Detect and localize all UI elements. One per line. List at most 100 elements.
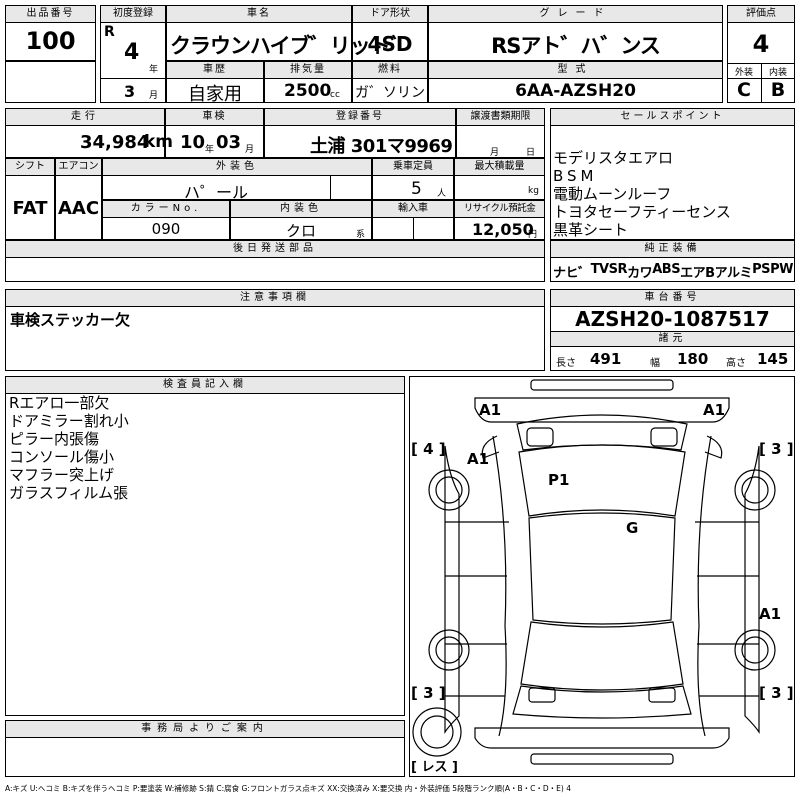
int-color-label: 内装色 <box>231 201 371 217</box>
transfer-label: 譲渡書類期限 <box>457 109 544 125</box>
mileage-value: 34,984 <box>80 132 150 153</box>
history-label: 車歴 <box>167 62 263 78</box>
equipment-label: 純正装備 <box>551 241 794 257</box>
model-label: 型式 <box>429 62 722 78</box>
caution-value: 車検ステッカー欠 <box>10 311 131 329</box>
first-reg-era: R <box>104 24 115 40</box>
plate-value: 土浦 301マ9969 <box>310 136 453 157</box>
displacement-unit: cc <box>330 90 340 100</box>
equipment-item: エアB <box>680 266 715 281</box>
sales-point: 黒革シート <box>553 221 629 239</box>
first-reg-year-unit: 年 <box>149 65 159 75</box>
score-int-value: B <box>770 79 786 101</box>
sales-point: BSM <box>553 167 598 185</box>
recycle-unit: 円 <box>528 230 538 240</box>
displacement-value: 2500 <box>284 81 332 101</box>
specs-length: 491 <box>590 350 622 368</box>
chassis-label: 車台番号 <box>551 290 794 306</box>
sales-point: 電動ムーンルーフ <box>553 185 672 203</box>
inspection-month-unit: 月 <box>245 145 255 155</box>
fuel-label: 燃料 <box>353 62 427 78</box>
office-label: 事務局よりご案内 <box>6 721 404 737</box>
equipment-item: カワ <box>627 266 653 281</box>
equipment-item: SR <box>608 262 628 277</box>
ext-color-label: 外装色 <box>103 159 371 175</box>
door-value: 4SD <box>367 32 413 56</box>
sales-point: モデリスタエアロ <box>553 149 674 167</box>
car-damage-diagram: A1 A1 A1 P1 G A1 [ 4 ] [ 3 ] [ 3 ] [ 3 ]… <box>411 379 794 775</box>
damage-mark: P1 <box>548 471 569 489</box>
ac-label: エアコン <box>56 159 101 175</box>
score-int-label: 内装 <box>768 68 787 78</box>
inspector-note: ドアミラー割れ小 <box>9 412 129 430</box>
inspection-label: 車検 <box>166 109 263 125</box>
specs-height: 145 <box>757 350 789 368</box>
inspection-year: 10 <box>180 132 206 153</box>
grade-label: グレード <box>429 6 722 22</box>
damage-mark: A1 <box>703 401 725 419</box>
specs-width-label: 幅 <box>650 358 660 369</box>
ac-value: AAC <box>57 198 100 219</box>
tire-depth-rear-right: [ 3 ] <box>759 684 794 702</box>
inspection-month: 03 <box>216 132 242 153</box>
sales-point: トヨタセーフティーセンス <box>553 203 731 221</box>
inspector-label: 検査員記入欄 <box>6 377 404 393</box>
score-value: 4 <box>752 30 770 58</box>
door-label: ドア形状 <box>353 6 427 22</box>
legend: A:キズ U:ヘコミ B:キズを伴うヘコミ P:要塗装 W:補修跡 S:錆 C:… <box>5 784 572 793</box>
later-parts-label: 後日発送部品 <box>6 241 544 257</box>
equipment-item: アルミ <box>714 266 753 281</box>
inspector-note: ガラスフィルム張 <box>9 484 129 502</box>
score-ext-value: C <box>737 79 751 101</box>
mileage-label: 走行 <box>6 109 164 125</box>
max-load-label: 最大積載量 <box>455 159 544 175</box>
grade-value: RSアト゛ハ゛ンス <box>491 34 661 58</box>
inspector-note: コンソール傷小 <box>9 448 115 466</box>
inspector-notes: Rエアロ一部欠 ドアミラー割れ小 ピラー内張傷 コンソール傷小 マフラー突上げ … <box>9 394 129 502</box>
specs-width: 180 <box>677 350 709 368</box>
model-value: 6AA-AZSH20 <box>515 81 636 101</box>
damage-mark: G <box>626 519 638 537</box>
shift-label: シフト <box>6 159 54 175</box>
color-no-label: カラーNo. <box>103 201 229 217</box>
car-name-label: 車名 <box>167 6 351 22</box>
capacity-unit: 人 <box>437 189 447 199</box>
lot-number: 100 <box>25 27 76 55</box>
max-load-unit: kg <box>528 186 539 196</box>
score-ext-label: 外装 <box>734 68 753 78</box>
import-label: 輸入車 <box>373 201 453 217</box>
equipment-item: PS <box>752 262 771 277</box>
plate-label: 登録番号 <box>265 109 455 125</box>
shift-value: FAT <box>12 198 48 219</box>
tire-depth-rear-left: [ 3 ] <box>411 684 446 702</box>
capacity-value: 5 <box>411 179 422 199</box>
first-reg-month-unit: 月 <box>149 91 159 101</box>
recycle-value: 12,050 <box>472 220 534 239</box>
damage-mark: A1 <box>467 450 489 468</box>
equipment-list: ナヒ゛ TV SR カワ ABS エアB アルミ PS PW <box>553 262 793 281</box>
int-color-unit: 系 <box>356 230 366 240</box>
damage-mark: A1 <box>479 401 501 419</box>
specs-height-label: 高さ <box>726 358 746 369</box>
inspector-note: Rエアロ一部欠 <box>9 394 110 412</box>
color-no-value: 090 <box>151 220 181 238</box>
sales-points-list: モデリスタエアロ BSM 電動ムーンルーフ トヨタセーフティーセンス 黒革シート <box>553 149 731 239</box>
equipment-item: ナヒ゛ <box>553 266 591 281</box>
inspector-note: ピラー内張傷 <box>9 430 100 448</box>
fuel-value: ガ゛ソリン <box>355 85 425 101</box>
first-reg-year: 4 <box>124 40 140 65</box>
specs-label: 諸元 <box>551 332 794 346</box>
inspector-note: マフラー突上げ <box>9 466 115 484</box>
first-reg-label: 初度登録 <box>101 6 165 22</box>
equipment-item: PW <box>770 262 793 277</box>
first-reg-month: 3 <box>124 82 136 101</box>
displacement-label: 排気量 <box>265 62 351 78</box>
lot-lower-box <box>5 61 96 103</box>
specs-length-label: 長さ <box>556 358 576 369</box>
score-label: 評価点 <box>728 6 794 22</box>
spare-tire-label: [ レス ] <box>411 760 458 775</box>
equipment-item: ABS <box>652 262 681 277</box>
sales-label: セールスポイント <box>551 109 794 125</box>
history-value: 自家用 <box>188 84 242 105</box>
tire-depth-front-right: [ 3 ] <box>759 440 794 458</box>
